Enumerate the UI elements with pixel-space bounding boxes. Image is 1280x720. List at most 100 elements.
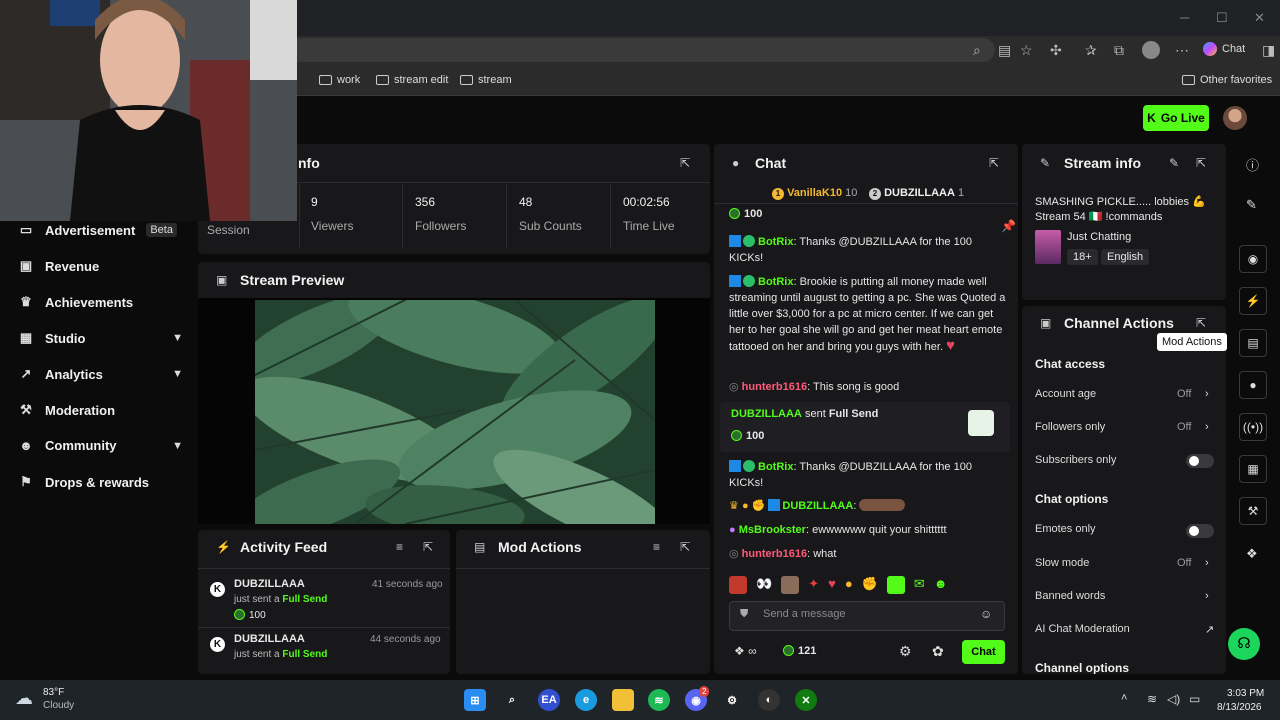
gift-icon[interactable]: ✿ [932, 643, 944, 660]
zoom-icon[interactable]: ⌕ [973, 42, 981, 59]
settings-gear-icon[interactable]: ⚙ [721, 689, 743, 711]
kicks-balance[interactable]: 121 [783, 645, 816, 657]
pinned-gifter[interactable]: 1 VanillaK10 10 [772, 187, 857, 200]
chat-username[interactable]: MsBrookster [739, 524, 806, 536]
popout-icon[interactable]: ⇱ [1196, 156, 1206, 170]
sidebar-item-moderation[interactable]: ⚒ Moderation [18, 402, 183, 418]
emote-icon[interactable] [729, 576, 747, 594]
external-link-icon[interactable]: ↗ [1205, 623, 1214, 636]
chat-username[interactable]: hunterb1616 [742, 381, 807, 393]
address-bar[interactable] [230, 38, 995, 62]
close-icon[interactable]: ✕ [1254, 10, 1265, 26]
search-icon[interactable]: ⌕ [501, 689, 523, 711]
layout-action-button[interactable]: ▦ [1239, 455, 1267, 483]
tag-badge[interactable]: 18+ [1067, 249, 1098, 265]
favorites-icon[interactable]: ✰ [1085, 42, 1097, 59]
heart-emote-icon[interactable]: ♥ [828, 576, 836, 594]
maximize-icon[interactable]: ☐ [1216, 10, 1228, 26]
sidebar-item-studio[interactable]: ▦ Studio ▼ [18, 330, 183, 346]
file-explorer-icon[interactable] [612, 689, 634, 711]
stream-preview-video[interactable] [255, 300, 655, 524]
chevron-right-icon[interactable]: › [1205, 557, 1209, 569]
favorite-star-icon[interactable]: ☆ [1020, 42, 1033, 59]
pencil-icon[interactable]: ✎ [1246, 197, 1257, 213]
sidebar-item-revenue[interactable]: ▣ Revenue [18, 258, 183, 274]
popout-icon[interactable]: ⇱ [680, 540, 690, 554]
popout-icon[interactable]: ⇱ [423, 540, 433, 554]
chat-username[interactable]: DUBZILLAAA [782, 500, 853, 512]
emotes-only-toggle[interactable] [1186, 524, 1214, 538]
chat-username[interactable]: BotRix [758, 276, 793, 288]
sidebar-item-analytics[interactable]: ↗ Analytics ▼ [18, 366, 183, 382]
weather-temperature[interactable]: 83°F [43, 687, 64, 698]
chat-username[interactable]: BotRix [758, 461, 793, 473]
bolt-action-button[interactable]: ⚡ [1239, 287, 1267, 315]
followers-only-label[interactable]: Followers only [1035, 421, 1105, 433]
sidebar-toggle-icon[interactable]: ◨ [1262, 42, 1275, 59]
flex-emote-icon[interactable]: ✊ [862, 576, 878, 594]
info-icon[interactable]: ⓘ [1246, 155, 1259, 174]
category-thumbnail[interactable] [1035, 230, 1061, 264]
category-name[interactable]: Just Chatting [1067, 231, 1131, 243]
wrench-action-button[interactable]: ⚒ [1239, 497, 1267, 525]
chevron-right-icon[interactable]: › [1205, 590, 1209, 602]
emote-icon[interactable]: ● [845, 576, 853, 594]
sidebar-item-achievements[interactable]: ♛ Achievements [18, 294, 183, 310]
edit-icon[interactable]: ✎ [1169, 156, 1179, 170]
gift-user[interactable]: DUBZILLAAA [731, 408, 802, 420]
eyes-emote-icon[interactable]: 👀 [756, 576, 772, 594]
mod-actions-button[interactable]: ▤ [1239, 329, 1267, 357]
account-age-label[interactable]: Account age [1035, 388, 1096, 400]
chevron-right-icon[interactable]: › [1205, 421, 1209, 433]
volume-icon[interactable]: ◁) [1167, 692, 1180, 706]
banned-words-label[interactable]: Banned words [1035, 590, 1105, 602]
collections-icon[interactable]: ⧉ [1114, 42, 1124, 59]
obs-icon[interactable]: ◐ [758, 689, 780, 711]
ea-app-icon[interactable]: EA [538, 689, 560, 711]
popout-icon[interactable]: ⇱ [989, 156, 999, 170]
sidebar-item-community[interactable]: ☻ Community ▼ [18, 438, 183, 453]
reader-icon[interactable]: ▤ [998, 42, 1011, 59]
copilot-button[interactable]: Chat [1203, 42, 1245, 56]
spotify-icon[interactable]: ≋ [648, 689, 670, 711]
settings-gear-icon[interactable]: ⚙ [899, 643, 912, 660]
profile-icon[interactable] [1142, 41, 1160, 59]
xbox-icon[interactable]: ✕ [795, 689, 817, 711]
popout-icon[interactable]: ⇱ [680, 156, 690, 170]
chevron-up-icon[interactable]: ˄ [1121, 692, 1127, 704]
chevron-right-icon[interactable]: › [1205, 388, 1209, 400]
extensions-icon[interactable]: ✣ [1050, 42, 1062, 59]
filter-icon[interactable]: ≡ [396, 540, 403, 554]
ai-moderation-label[interactable]: AI Chat Moderation [1035, 623, 1130, 635]
pin-icon[interactable]: 📌 [1001, 219, 1016, 233]
camera-action-button[interactable]: ◉ [1239, 245, 1267, 273]
go-live-button[interactable]: K Go Live [1143, 105, 1209, 131]
emoji-picker-icon[interactable]: ☺ [980, 607, 992, 621]
emote-icon[interactable]: ✉ [914, 576, 925, 594]
sidebar-item-advertisement[interactable]: ▭ Advertisement Beta [18, 222, 183, 238]
pinned-gifter[interactable]: 2 DUBZILLAAA 1 [869, 187, 964, 200]
tag-badge[interactable]: English [1101, 249, 1150, 265]
clock-date[interactable]: 8/13/2026 [1217, 702, 1262, 713]
kicks-infinity-icon[interactable]: ❖ ∞ [734, 644, 757, 658]
windows-start-icon[interactable]: ⊞ [464, 689, 486, 711]
broadcast-action-button[interactable]: ((•)) [1239, 413, 1267, 441]
bookmark-work[interactable]: work [319, 74, 360, 86]
slow-mode-label[interactable]: Slow mode [1035, 557, 1089, 569]
subscribers-only-toggle[interactable] [1186, 454, 1214, 468]
people-icon[interactable]: ❖ [1246, 546, 1258, 562]
weather-description[interactable]: Cloudy [43, 700, 74, 711]
bookmark-stream[interactable]: stream [460, 74, 512, 86]
popout-icon[interactable]: ⇱ [1196, 316, 1206, 330]
avatar[interactable] [1223, 106, 1247, 130]
emote-icon[interactable]: ✦ [808, 576, 819, 594]
cloud-weather-icon[interactable]: ☁ [15, 688, 33, 709]
sidebar-item-drops-rewards[interactable]: ⚑ Drops & rewards [18, 474, 183, 490]
edge-browser-icon[interactable]: e [575, 689, 597, 711]
wifi-icon[interactable]: ≋ [1147, 692, 1157, 706]
emote-icon[interactable] [781, 576, 800, 594]
support-headset-button[interactable]: ☊ [1228, 628, 1260, 660]
more-icon[interactable]: ⋯ [1175, 42, 1189, 59]
bookmark-stream-edit[interactable]: stream edit [376, 74, 448, 86]
send-chat-button[interactable]: Chat [962, 640, 1005, 664]
